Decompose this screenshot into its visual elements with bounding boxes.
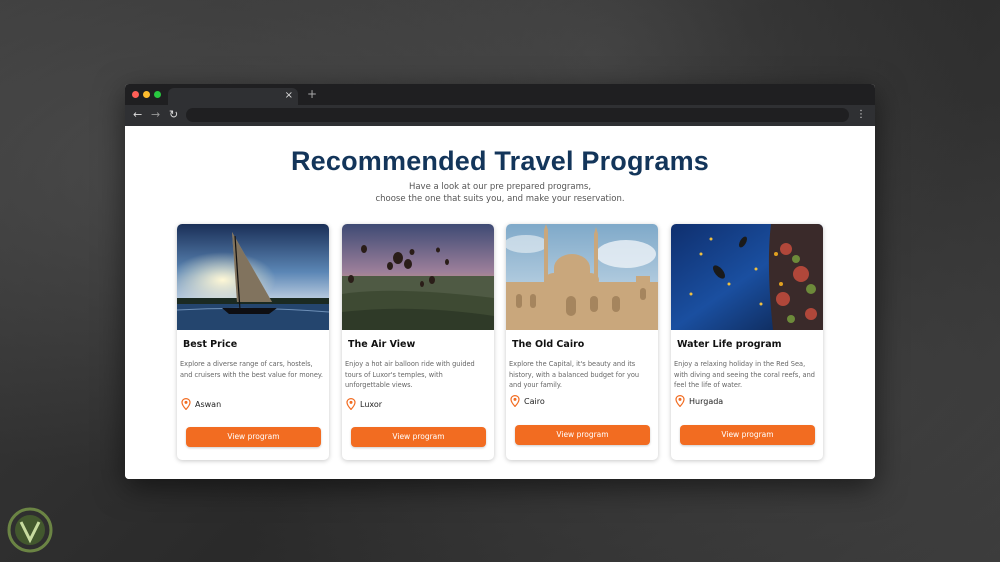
card-description: Enjoy a hot air balloon ride with guided… xyxy=(345,360,475,389)
reload-icon[interactable]: ↻ xyxy=(169,108,178,122)
scuba-diving-image xyxy=(671,224,823,330)
card-location: Hurgada xyxy=(675,395,723,407)
forward-arrow-icon[interactable]: → xyxy=(151,108,160,122)
browser-window: × + ← → ↻ ⋮ Recommended Travel Programs … xyxy=(125,84,875,479)
card-title: Water Life program xyxy=(677,339,782,350)
program-card: The Old Cairo Explore the Capital, it's … xyxy=(506,224,658,460)
back-arrow-icon[interactable]: ← xyxy=(133,108,142,122)
card-location: Aswan xyxy=(181,398,221,410)
location-pin-icon xyxy=(181,398,191,410)
watermark-logo xyxy=(7,507,53,553)
hot-air-balloons-image xyxy=(342,224,494,330)
location-label: Luxor xyxy=(360,399,383,409)
view-program-button[interactable]: View program xyxy=(351,427,486,447)
location-pin-icon xyxy=(510,395,520,407)
view-program-button[interactable]: View program xyxy=(515,425,650,445)
close-tab-icon[interactable]: × xyxy=(285,89,293,103)
maximize-window-button[interactable] xyxy=(154,91,161,98)
subtitle-line-2: choose the one that suits you, and make … xyxy=(375,194,625,204)
card-title: The Air View xyxy=(348,339,416,350)
card-title: The Old Cairo xyxy=(512,339,585,350)
card-location: Cairo xyxy=(510,395,545,407)
view-program-button[interactable]: View program xyxy=(186,427,321,447)
subtitle-line-1: Have a look at our pre prepared programs… xyxy=(408,182,592,192)
card-description: Explore the Capital, it's beauty and its… xyxy=(509,360,640,389)
address-bar[interactable] xyxy=(186,108,849,122)
location-pin-icon xyxy=(675,395,685,407)
program-card: Water Life program Enjoy a relaxing holi… xyxy=(671,224,823,460)
browser-toolbar: ← → ↻ ⋮ xyxy=(125,105,875,126)
program-card: Best Price Explore a diverse range of ca… xyxy=(177,224,329,460)
card-location: Luxor xyxy=(346,398,382,410)
page-title: Recommended Travel Programs xyxy=(290,146,710,176)
close-window-button[interactable] xyxy=(132,91,139,98)
card-title: Best Price xyxy=(183,339,238,350)
location-label: Aswan xyxy=(195,399,222,409)
location-label: Hurgada xyxy=(689,396,724,406)
card-description: Enjoy a relaxing holiday in the Red Sea,… xyxy=(674,360,815,389)
browser-tab[interactable]: × xyxy=(168,88,298,105)
program-card: The Air View Enjoy a hot air balloon rid… xyxy=(342,224,494,460)
browser-menu-icon[interactable]: ⋮ xyxy=(856,108,866,122)
felucca-sunset-image xyxy=(177,224,329,330)
location-pin-icon xyxy=(346,398,356,410)
view-program-button[interactable]: View program xyxy=(680,425,815,445)
minimize-window-button[interactable] xyxy=(143,91,150,98)
tab-bar: × + xyxy=(125,84,875,105)
page-content: Recommended Travel Programs Have a look … xyxy=(125,126,875,479)
page-subtitle: Have a look at our pre prepared programs… xyxy=(125,181,875,205)
card-description: Explore a diverse range of cars, hostels… xyxy=(180,360,323,379)
cairo-mosque-image xyxy=(506,224,658,330)
new-tab-button[interactable]: + xyxy=(307,87,317,101)
location-label: Cairo xyxy=(524,396,545,406)
